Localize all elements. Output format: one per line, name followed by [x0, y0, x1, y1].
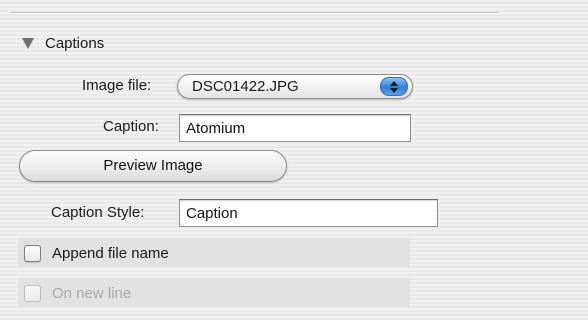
- top-separator: [10, 12, 498, 13]
- disclosure-triangle-down-icon[interactable]: [22, 37, 34, 49]
- on-new-line-checkbox: [24, 284, 41, 302]
- image-file-label: Image file:: [82, 77, 152, 94]
- captions-section-header[interactable]: Captions: [22, 33, 104, 53]
- append-file-name-row[interactable]: Append file name: [18, 238, 410, 268]
- caption-label: Caption:: [103, 118, 159, 135]
- arrow-down-icon: [390, 88, 398, 93]
- append-file-name-checkbox[interactable]: [24, 244, 41, 262]
- arrow-up-icon: [390, 81, 398, 86]
- on-new-line-label: On new line: [52, 284, 132, 302]
- image-file-selected-value: DSC01422.JPG: [192, 78, 299, 95]
- caption-field[interactable]: [179, 114, 411, 142]
- append-file-name-label: Append file name: [52, 244, 169, 262]
- caption-style-field[interactable]: [179, 199, 438, 227]
- image-file-popup[interactable]: DSC01422.JPG: [177, 74, 413, 99]
- section-title: Captions: [45, 34, 105, 52]
- caption-style-label: Caption Style:: [51, 204, 145, 221]
- popup-arrows-icon[interactable]: [380, 77, 408, 96]
- preview-image-button[interactable]: Preview Image: [19, 150, 287, 182]
- on-new-line-row: On new line: [18, 278, 410, 308]
